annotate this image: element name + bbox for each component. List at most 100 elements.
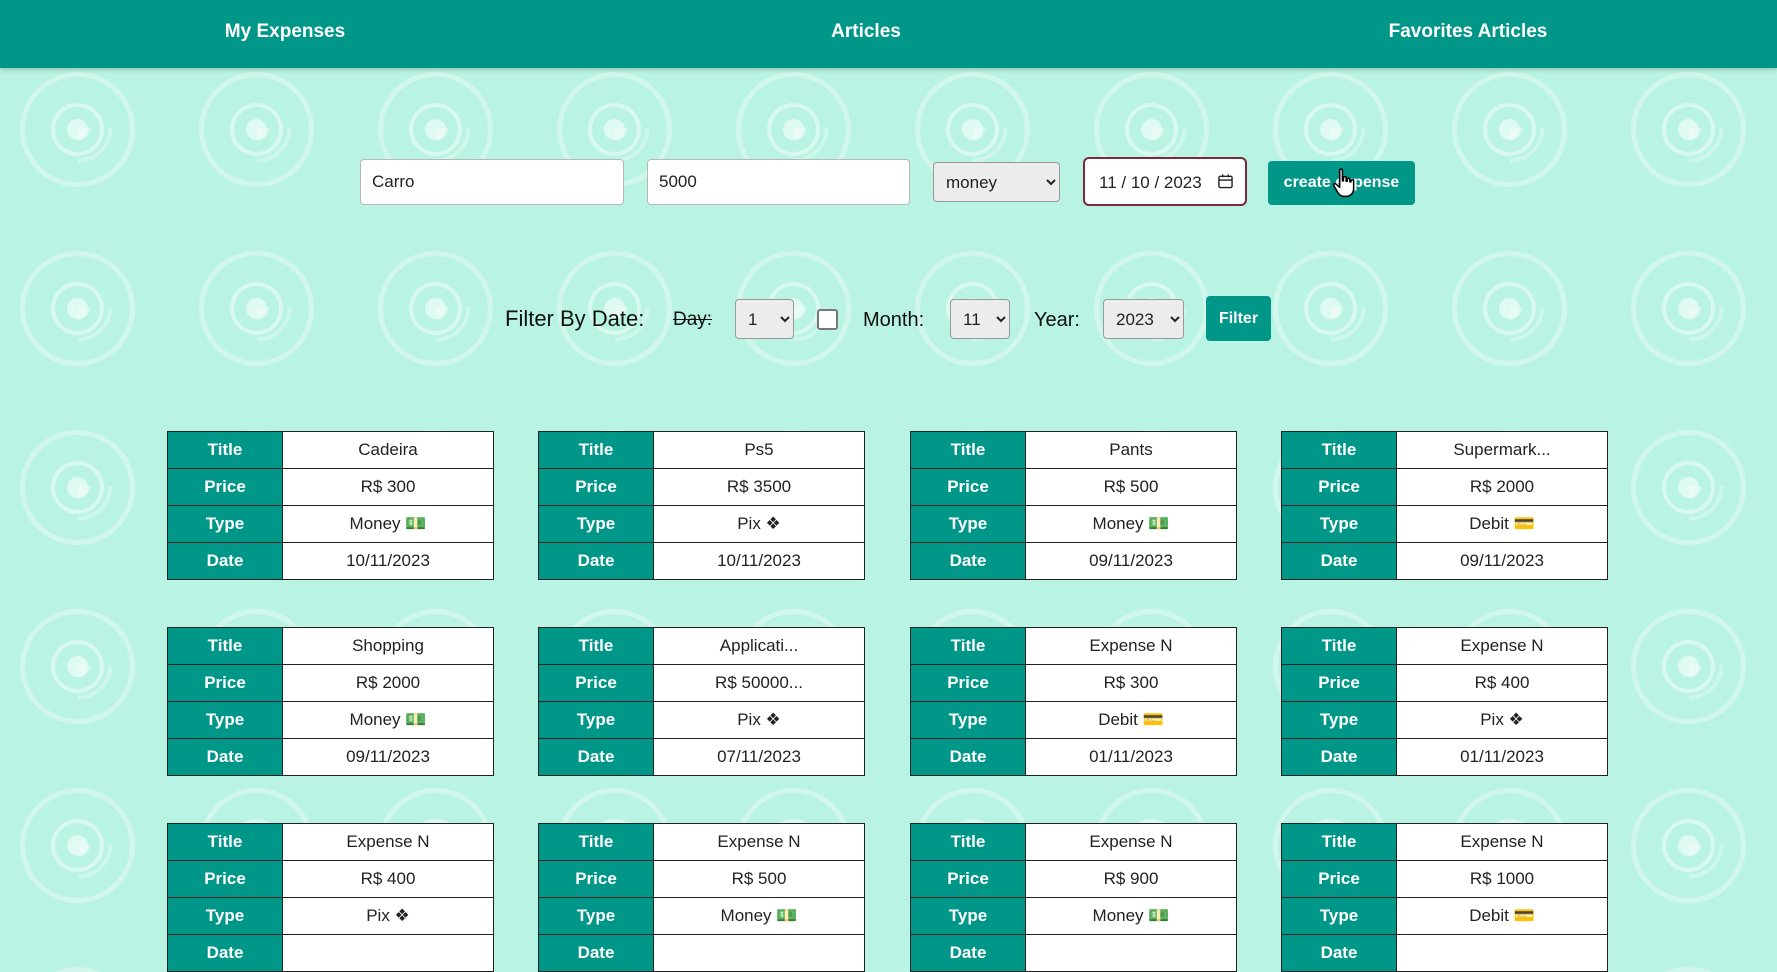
expense-price-label: Price [910, 664, 1026, 702]
expense-price-value: R$ 2000 [1396, 468, 1608, 506]
expense-card-row: Type Money 💵 [167, 701, 494, 739]
expense-title-value: Shopping [282, 627, 494, 665]
expense-date-label: Date [167, 738, 283, 776]
expense-card: Title Applicati... Price R$ 50000... Type Pix… [538, 627, 865, 776]
expense-card-row: Price R$ 400 [1281, 664, 1608, 702]
expense-title-label: Title [910, 823, 1026, 861]
expense-card-row: Type Pix ❖ [167, 897, 494, 935]
expense-card-row: Type Money 💵 [167, 505, 494, 543]
expense-card-row: Type Pix ❖ [538, 505, 865, 543]
expense-type-value: Money 💵 [653, 897, 865, 935]
filter-day-checkbox[interactable] [817, 309, 838, 330]
expense-type-label: Type [167, 897, 283, 935]
expense-card: Title Cadeira Price R$ 300 Type Money 💵 Date 10… [167, 431, 494, 580]
expense-date-value: 01/11/2023 [1025, 738, 1237, 776]
expense-card: Title Pants Price R$ 500 Type Money 💵 Date 09/1… [910, 431, 1237, 580]
expense-price-value: R$ 900 [1025, 860, 1237, 898]
filter-day-select[interactable]: 1 [735, 299, 794, 339]
expense-price-label: Price [167, 860, 283, 898]
expense-card-row: Type Money 💵 [910, 897, 1237, 935]
filter-day-label: Day: [673, 309, 713, 330]
expense-date-label: Date [910, 738, 1026, 776]
expense-card-row: Title Shopping [167, 627, 494, 665]
filter-year-select[interactable]: 2023 [1103, 299, 1184, 339]
expense-title-label: Title [910, 627, 1026, 665]
expense-price-label: Price [538, 860, 654, 898]
expense-card: Title Expense N Price R$ 900 Type Money 💵 Date [910, 823, 1237, 972]
filter-button[interactable]: Filter [1206, 296, 1271, 341]
expense-date-label: Date [1281, 542, 1397, 580]
expense-card-row: Type Pix ❖ [1281, 701, 1608, 739]
filter-by-date-label: Filter By Date: [505, 306, 645, 331]
expense-title-input[interactable] [360, 159, 624, 205]
expense-card-row: Title Expense N [910, 823, 1237, 861]
expense-price-value: R$ 50000... [653, 664, 865, 702]
expense-date-value: 10/11/2023 [653, 542, 865, 580]
expense-title-value: Ps5 [653, 431, 865, 469]
expense-title-label: Title [167, 823, 283, 861]
filter-month-select[interactable]: 11 [950, 299, 1010, 339]
expense-type-label: Type [1281, 701, 1397, 739]
expense-price-value: R$ 400 [282, 860, 494, 898]
nav-my-expenses[interactable]: My Expenses [225, 0, 345, 64]
expense-type-label: Type [167, 701, 283, 739]
expense-date-label: Date [167, 934, 283, 972]
expense-date-value: 09/11/2023 [1025, 542, 1237, 580]
expense-type-label: Type [910, 701, 1026, 739]
expense-card-row: Title Expense N [538, 823, 865, 861]
expense-title-label: Title [910, 431, 1026, 469]
expense-type-label: Type [910, 897, 1026, 935]
expense-date-value: 07/11/2023 [653, 738, 865, 776]
expense-date-value [282, 934, 494, 972]
expense-card-row: Date [167, 934, 494, 972]
expense-price-value: R$ 2000 [282, 664, 494, 702]
expense-price-input[interactable] [647, 159, 910, 205]
expense-date-label: Date [1281, 934, 1397, 972]
expense-title-value: Supermark... [1396, 431, 1608, 469]
expense-title-label: Title [538, 823, 654, 861]
expense-card-row: Title Pants [910, 431, 1237, 469]
expense-card-row: Date 09/11/2023 [167, 738, 494, 776]
expense-date-label: Date [1281, 738, 1397, 776]
expense-card-row: Date [1281, 934, 1608, 972]
expense-price-value: R$ 500 [653, 860, 865, 898]
expense-type-label: Type [910, 505, 1026, 543]
expense-date-label: Date [167, 542, 283, 580]
expense-card-row: Date 10/11/2023 [167, 542, 494, 580]
expense-card-row: Date [910, 934, 1237, 972]
expense-card-row: Date [538, 934, 865, 972]
expense-card-row: Price R$ 900 [910, 860, 1237, 898]
expense-card-row: Date 07/11/2023 [538, 738, 865, 776]
expense-date-label: Date [910, 542, 1026, 580]
calendar-icon[interactable] [1218, 173, 1233, 189]
expense-type-value: Money 💵 [1025, 897, 1237, 935]
expense-title-label: Title [167, 627, 283, 665]
expense-date-label: Date [538, 542, 654, 580]
nav-articles[interactable]: Articles [831, 0, 901, 64]
expense-card-row: Type Debit 💳 [910, 701, 1237, 739]
expense-price-label: Price [538, 468, 654, 506]
expense-date-label: Date [538, 934, 654, 972]
expense-card-row: Date 09/11/2023 [910, 542, 1237, 580]
expense-type-value: Pix ❖ [1396, 701, 1608, 739]
expense-price-label: Price [167, 664, 283, 702]
expense-card-row: Type Debit 💳 [1281, 505, 1608, 543]
expense-title-label: Title [538, 431, 654, 469]
expense-title-value: Expense N [1396, 823, 1608, 861]
expense-date-input[interactable]: 11 / 10 / 2023 [1083, 157, 1247, 206]
expense-card-row: Title Expense N [1281, 627, 1608, 665]
expense-date-value: 10/11/2023 [282, 542, 494, 580]
expense-date-value: 01/11/2023 [1396, 738, 1608, 776]
expense-type-label: Type [1281, 897, 1397, 935]
expense-type-select[interactable]: money [933, 162, 1060, 202]
expense-card: Title Supermark... Price R$ 2000 Type Debit 💳… [1281, 431, 1608, 580]
expense-title-label: Title [538, 627, 654, 665]
expense-card-row: Title Ps5 [538, 431, 865, 469]
nav-favorites-articles[interactable]: Favorites Articles [1389, 0, 1548, 64]
expense-date-value [1396, 934, 1608, 972]
expense-type-value: Money 💵 [1025, 505, 1237, 543]
expense-price-value: R$ 400 [1396, 664, 1608, 702]
expense-card-row: Price R$ 1000 [1281, 860, 1608, 898]
expense-date-value [1025, 934, 1237, 972]
filter-month-label: Month: [863, 309, 925, 331]
